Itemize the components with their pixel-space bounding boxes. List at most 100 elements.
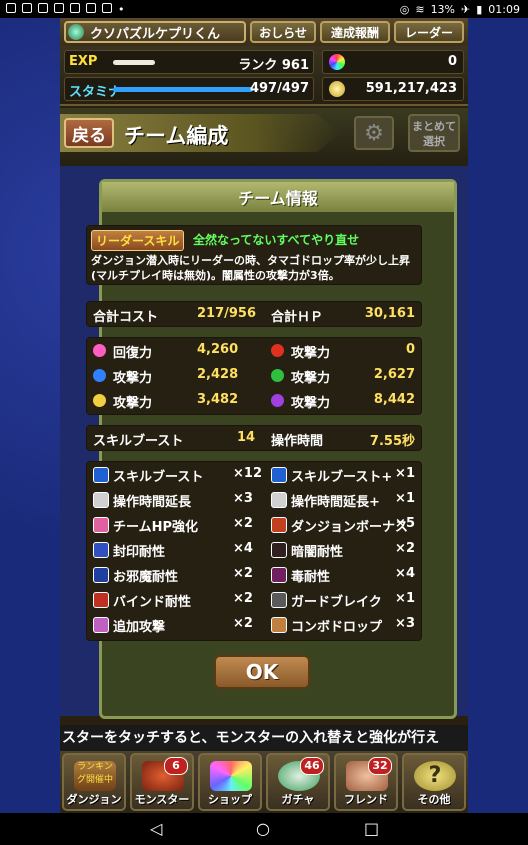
awakening-count: ×4	[395, 566, 415, 581]
awakening-count: ×1	[395, 591, 415, 606]
attribute-stat-label: 攻撃力	[113, 396, 153, 411]
attribute-stat-label: 攻撃力	[291, 396, 331, 411]
help-ticker: スターをタッチすると、モンスターの入れ替えと強化が行え	[60, 725, 468, 751]
awakening-label: 封印耐性	[113, 545, 166, 560]
attribute-stat-value: 2,627	[373, 367, 415, 382]
nav-home-icon[interactable]: ○	[256, 819, 270, 838]
bulk-select-label-1: まとめて	[412, 120, 456, 133]
android-nav-bar: ◁ ○ □	[0, 813, 528, 845]
awakening-count: ×2	[233, 591, 253, 606]
awakening-icon	[93, 467, 109, 483]
skill-boost-value: 14	[237, 430, 256, 445]
player-name-box[interactable]: クソパズルケプリくん	[64, 21, 246, 43]
coin-box: 591,217,423	[322, 77, 464, 101]
mail-icon	[6, 2, 16, 13]
awakening-label: ガードブレイク	[291, 595, 382, 610]
airplane-icon: ✈	[461, 2, 471, 16]
download-icon	[86, 2, 96, 13]
boost-time-section: スキルブースト 14 操作時間 7.55秒	[86, 425, 422, 451]
awakening-icon	[93, 567, 109, 583]
awakening-label: お邪魔耐性	[113, 570, 179, 585]
awakening-label: チームHP強化	[113, 520, 199, 535]
ok-button[interactable]: OK	[214, 655, 310, 689]
awakening-label: 毒耐性	[291, 570, 331, 585]
awakening-count: ×1	[395, 466, 415, 481]
menu-gacha-badge: 46	[300, 757, 324, 775]
attribute-stat-value: 8,442	[373, 392, 415, 407]
awakening-icon	[271, 567, 287, 583]
leader-skill-description: ダンジョン潜入時にリーダーの時、タマゴドロップ率が少し上昇 (マルチプレイ時は無…	[91, 253, 417, 283]
nav-recents-icon[interactable]: □	[364, 819, 379, 838]
awakening-icon	[271, 617, 287, 633]
player-avatar-icon	[68, 24, 84, 40]
battery-icon: ▮	[476, 2, 483, 16]
leader-skill-desc-line2: (マルチプレイ時は無効)。闇属性の攻撃力が3倍。	[91, 269, 340, 282]
awakening-label: ダンジョンボーナス	[291, 520, 409, 535]
cost-hp-section: 合計コスト 217/956 合計ＨＰ 30,161	[86, 301, 422, 327]
location-icon: ◎	[399, 2, 410, 16]
magic-stone-box[interactable]: 0	[322, 50, 464, 74]
awakening-count: ×12	[233, 466, 262, 481]
clock: 01:09	[488, 2, 520, 16]
exp-bar	[113, 60, 155, 65]
bulk-select-label-2: 選択	[423, 135, 445, 148]
attribute-orb-icon	[93, 394, 106, 407]
menu-shop-button[interactable]: ショップ	[198, 753, 262, 811]
exp-label: EXP	[69, 54, 98, 69]
awakening-icon	[271, 467, 287, 483]
menu-monster-badge: 6	[164, 757, 188, 775]
total-hp-label: 合計ＨＰ	[271, 310, 324, 325]
coin-icon	[329, 81, 345, 97]
settings-gear-icon[interactable]: ⚙	[354, 116, 394, 150]
panel-heading: チーム情報	[102, 182, 454, 212]
awakening-icon	[93, 492, 109, 508]
attribute-orb-icon	[271, 394, 284, 407]
magic-stone-count: 0	[447, 54, 457, 69]
menu-other-button[interactable]: ? その他	[402, 753, 466, 811]
awakening-icon	[93, 617, 109, 633]
awakening-icon	[271, 592, 287, 608]
menu-monster-button[interactable]: 6 モンスター	[130, 753, 194, 811]
gallery-icon	[22, 2, 32, 13]
attribute-stat-label: 攻撃力	[291, 346, 331, 361]
news-button[interactable]: おしらせ	[250, 21, 316, 43]
attribute-orb-icon	[93, 369, 106, 382]
awakening-label: コンボドロップ	[291, 620, 383, 635]
magic-stone-icon	[329, 54, 345, 70]
player-name: クソパズルケプリくん	[90, 26, 221, 42]
menu-monster-label: モンスター	[134, 793, 190, 806]
awakening-label: バインド耐性	[113, 595, 192, 610]
leader-skill-badge: リーダースキル	[91, 230, 185, 251]
menu-gacha-button[interactable]: 46 ガチャ	[266, 753, 330, 811]
rank-value: ランク 961	[238, 58, 309, 73]
battery-label: 13%	[430, 2, 456, 16]
leader-skill-name: 全然なってないすべてやり直せ	[193, 233, 360, 247]
question-icon: ?	[414, 761, 456, 791]
menu-friend-badge: 32	[368, 757, 392, 775]
battery-small-icon	[38, 2, 48, 13]
menu-shop-label: ショップ	[208, 793, 252, 806]
nav-back-icon[interactable]: ◁	[150, 819, 162, 838]
attribute-stat-label: 攻撃力	[113, 371, 153, 386]
stamina-row: スタミナ 497/497	[64, 77, 314, 101]
status-bar: • ◎ ≋ 13% ✈ ▮ 01:09	[0, 0, 528, 18]
bottom-menu: ランキング開催中 ダンジョン 6 モンスター ショップ 46 ガチャ 32 フレ…	[60, 751, 468, 813]
stats-area: EXP ランク 961 スタミナ 497/497 0 591,217,423	[60, 46, 468, 106]
menu-gacha-label: ガチャ	[281, 793, 315, 806]
awakening-count: ×2	[233, 516, 253, 531]
menu-dungeon-button[interactable]: ランキング開催中 ダンジョン	[62, 753, 126, 811]
back-button[interactable]: 戻る	[64, 118, 114, 148]
leader-skill-desc-line1: ダンジョン潜入時にリーダーの時、タマゴドロップ率が少し上昇	[91, 254, 410, 267]
total-hp-value: 30,161	[364, 306, 415, 321]
bulk-select-button[interactable]: まとめて 選択	[408, 114, 460, 152]
achievements-button[interactable]: 達成報酬	[320, 21, 390, 43]
attribute-orb-icon	[271, 344, 284, 357]
awakening-label: 操作時間延長+	[291, 495, 380, 510]
stamina-value: 497/497	[249, 81, 309, 96]
awakening-icon	[93, 592, 109, 608]
awakening-count: ×5	[395, 516, 415, 531]
awakening-icon	[271, 542, 287, 558]
radar-button[interactable]: レーダー	[394, 21, 464, 43]
menu-friend-button[interactable]: 32 フレンド	[334, 753, 398, 811]
wifi-icon: ≋	[415, 2, 425, 16]
